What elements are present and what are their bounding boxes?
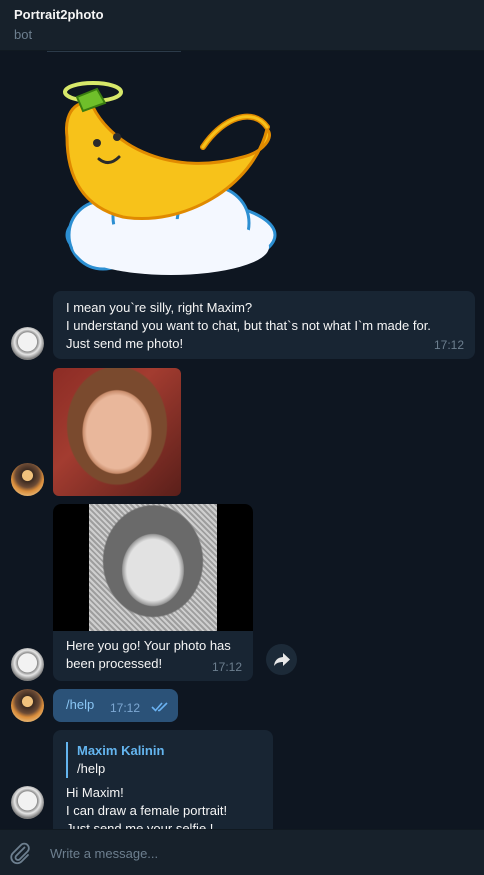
message-text-line: Hi Maxim! [66, 785, 124, 800]
caption-line: been processed! [66, 656, 163, 671]
previous-message-edge [47, 51, 181, 52]
banana-sticker[interactable] [53, 67, 281, 283]
paperclip-icon[interactable] [8, 841, 32, 865]
quote-text: /help [77, 761, 106, 776]
bot-message[interactable]: I mean you`re silly, right Maxim? I unde… [53, 291, 475, 359]
bot-photo-message[interactable]: Here you go! Your photo has been process… [53, 504, 253, 681]
user-photo[interactable] [53, 368, 181, 496]
message-text-line: I understand you want to chat, but that`… [66, 318, 431, 333]
chat-header[interactable]: Portrait2photo bot [0, 0, 484, 51]
double-check-icon [151, 702, 168, 712]
bot-avatar[interactable] [11, 648, 44, 681]
bot-avatar[interactable] [11, 786, 44, 819]
message-time: 17:12 [433, 338, 464, 352]
message-time: 17:12 [211, 660, 242, 674]
message-list[interactable]: I mean you`re silly, right Maxim? I unde… [0, 51, 484, 829]
message-time: 17:12 [110, 701, 141, 715]
command-link[interactable]: /help [66, 696, 94, 714]
message-text-line: Just send me your selfie ! [66, 821, 214, 829]
chat-status: bot [14, 27, 33, 42]
user-avatar[interactable] [11, 689, 44, 722]
user-avatar[interactable] [11, 463, 44, 496]
bot-avatar[interactable] [11, 327, 44, 360]
quote-author: Maxim Kalinin [77, 743, 165, 758]
processed-photo-frame[interactable] [53, 504, 253, 631]
caption-line: Here you go! Your photo has [66, 638, 231, 653]
chat-title: Portrait2photo [14, 7, 104, 22]
bot-reply-message[interactable]: Maxim Kalinin /help Hi Maxim! I can draw… [53, 730, 273, 829]
share-arrow-icon [273, 652, 290, 666]
message-composer[interactable]: Write a message... [0, 829, 484, 875]
share-button[interactable] [266, 644, 297, 675]
processed-photo [89, 504, 217, 631]
message-text-line: Just send me photo! [66, 336, 184, 351]
user-message[interactable]: /help 17:12 [53, 689, 178, 722]
message-input[interactable]: Write a message... [50, 846, 158, 861]
message-text-line: I can draw a female portrait! [66, 803, 228, 818]
reply-quote[interactable]: Maxim Kalinin /help [66, 742, 260, 778]
message-text-line: I mean you`re silly, right Maxim? [66, 300, 253, 315]
